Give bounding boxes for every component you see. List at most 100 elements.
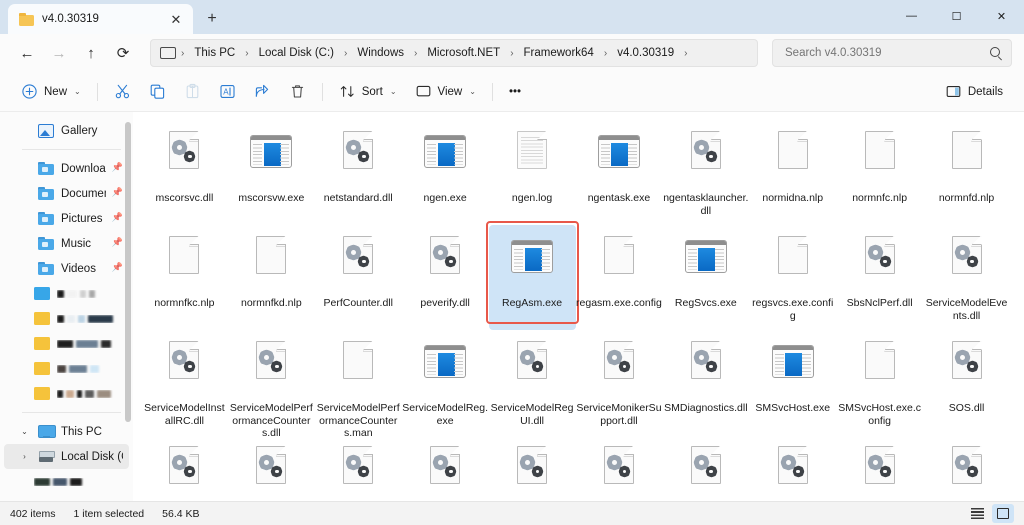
pin-icon[interactable] <box>113 163 123 174</box>
back-button[interactable]: ← <box>12 38 42 68</box>
delete-button[interactable] <box>280 77 315 107</box>
sidebar-item-redacted[interactable] <box>0 381 133 406</box>
file-item[interactable] <box>141 435 228 501</box>
sidebar-item-redacted[interactable] <box>0 306 133 331</box>
sidebar-item-local-disk[interactable]: › Local Disk (C:) <box>4 444 129 469</box>
file-item[interactable]: ServiceModelInstallRC.dll <box>141 330 228 435</box>
file-item[interactable]: ServiceModelRegUI.dll <box>489 330 576 435</box>
pin-icon[interactable] <box>113 188 123 199</box>
new-button[interactable]: New ⌄ <box>12 77 90 107</box>
minimize-button[interactable]: — <box>889 0 934 32</box>
rename-button[interactable]: A <box>210 77 245 107</box>
copy-button[interactable] <box>140 77 175 107</box>
details-view-button[interactable] <box>966 504 988 523</box>
file-item[interactable]: ngentask.exe <box>576 120 663 225</box>
file-item[interactable]: normnfkc.nlp <box>141 225 228 330</box>
file-item[interactable] <box>402 435 489 501</box>
file-item[interactable]: peverify.dll <box>402 225 489 330</box>
file-item[interactable]: RegAsm.exe <box>489 225 576 330</box>
sidebar-item-music[interactable]: Music <box>4 231 129 256</box>
file-item[interactable] <box>662 435 749 501</box>
sidebar-item-redacted[interactable] <box>0 331 133 356</box>
pin-icon[interactable] <box>113 263 123 274</box>
file-item[interactable] <box>836 435 923 501</box>
close-window-button[interactable]: ✕ <box>979 0 1024 32</box>
file-item[interactable]: ServiceMonikerSupport.dll <box>576 330 663 435</box>
breadcrumb-item-windows[interactable]: Windows <box>350 44 411 62</box>
file-list-pane[interactable]: mscorsvc.dllmscorsvw.exenetstandard.dlln… <box>133 112 1024 501</box>
sidebar-item-downloads[interactable]: Downloads <box>4 156 129 181</box>
more-options-button[interactable]: ••• <box>500 77 530 107</box>
refresh-button[interactable]: ⟳ <box>108 38 138 68</box>
file-item[interactable]: ngentasklauncher.dll <box>662 120 749 225</box>
breadcrumb-item-microsoft-net[interactable]: Microsoft.NET <box>420 44 507 62</box>
search-icon[interactable] <box>989 46 1003 60</box>
file-item[interactable]: SMSvcHost.exe.config <box>836 330 923 435</box>
breadcrumb-item-framework64[interactable]: Framework64 <box>517 44 601 62</box>
maximize-button[interactable]: ☐ <box>934 0 979 32</box>
pin-icon[interactable] <box>113 238 123 249</box>
chevron-right-icon[interactable]: › <box>18 452 31 461</box>
file-item[interactable]: mscorsvw.exe <box>228 120 315 225</box>
sidebar-item-redacted[interactable] <box>0 356 133 381</box>
sidebar-item-videos[interactable]: Videos <box>4 256 129 281</box>
file-item[interactable]: SMSvcHost.exe <box>749 330 836 435</box>
search-box[interactable] <box>772 39 1012 67</box>
sort-button[interactable]: Sort ⌄ <box>330 77 406 107</box>
file-item[interactable]: SMDiagnostics.dll <box>662 330 749 435</box>
file-item[interactable]: RegSvcs.exe <box>662 225 749 330</box>
file-item[interactable]: PerfCounter.dll <box>315 225 402 330</box>
file-item[interactable]: regsvcs.exe.config <box>749 225 836 330</box>
search-input[interactable] <box>785 47 989 59</box>
cut-button[interactable] <box>105 77 140 107</box>
browser-tab[interactable]: v4.0.30319 ✕ <box>8 4 193 34</box>
new-tab-icon[interactable]: + <box>197 5 227 33</box>
file-item[interactable]: normnfc.nlp <box>836 120 923 225</box>
file-item[interactable]: SOS.dll <box>923 330 1010 435</box>
file-item[interactable]: ngen.exe <box>402 120 489 225</box>
file-item[interactable]: normidna.nlp <box>749 120 836 225</box>
sidebar-item-this-pc[interactable]: ⌄ This PC <box>4 419 129 444</box>
up-button[interactable]: ↑ <box>76 38 106 68</box>
file-item[interactable]: netstandard.dll <box>315 120 402 225</box>
file-item[interactable]: ServiceModelPerformanceCounters.man <box>315 330 402 435</box>
dll-file-icon <box>680 128 732 186</box>
file-item[interactable]: regasm.exe.config <box>576 225 663 330</box>
breadcrumb[interactable]: › This PC › Local Disk (C:) › Windows › … <box>150 39 758 67</box>
file-item[interactable] <box>315 435 402 501</box>
file-item[interactable]: normnfd.nlp <box>923 120 1010 225</box>
icons-view-button[interactable] <box>992 504 1014 523</box>
view-button[interactable]: View ⌄ <box>406 77 485 107</box>
monitor-icon[interactable] <box>159 47 175 60</box>
share-button[interactable] <box>245 77 280 107</box>
sidebar-item-documents[interactable]: Documents <box>4 181 129 206</box>
file-item[interactable] <box>923 435 1010 501</box>
paste-button[interactable] <box>175 77 210 107</box>
breadcrumb-item-local-disk[interactable]: Local Disk (C:) <box>252 44 341 62</box>
navigation-sidebar[interactable]: Gallery Downloads Documents Pictures <box>0 112 133 501</box>
file-item[interactable] <box>749 435 836 501</box>
file-item[interactable] <box>228 435 315 501</box>
file-item[interactable]: ServiceModelEvents.dll <box>923 225 1010 330</box>
pin-icon[interactable] <box>113 213 123 224</box>
file-item[interactable]: ngen.log <box>489 120 576 225</box>
sidebar-item-redacted[interactable] <box>0 469 133 494</box>
file-item[interactable]: SbsNclPerf.dll <box>836 225 923 330</box>
file-item[interactable] <box>489 435 576 501</box>
file-item[interactable]: ServiceModelPerformanceCounters.dll <box>228 330 315 435</box>
details-pane-button[interactable]: Details <box>936 77 1012 107</box>
sidebar-item-pictures[interactable]: Pictures <box>4 206 129 231</box>
sidebar-scrollbar[interactable] <box>125 122 131 422</box>
redacted-label <box>34 478 127 486</box>
close-tab-icon[interactable]: ✕ <box>165 8 187 30</box>
forward-button[interactable]: → <box>44 38 74 68</box>
file-item[interactable]: ServiceModelReg.exe <box>402 330 489 435</box>
file-item[interactable]: normnfkd.nlp <box>228 225 315 330</box>
file-item[interactable]: mscorsvc.dll <box>141 120 228 225</box>
file-item[interactable] <box>576 435 663 501</box>
breadcrumb-item-this-pc[interactable]: This PC <box>187 44 242 62</box>
sidebar-item-redacted[interactable] <box>0 281 133 306</box>
sidebar-item-gallery[interactable]: Gallery <box>4 118 129 143</box>
chevron-down-icon[interactable]: ⌄ <box>18 427 31 436</box>
breadcrumb-item-v4[interactable]: v4.0.30319 <box>610 44 681 62</box>
